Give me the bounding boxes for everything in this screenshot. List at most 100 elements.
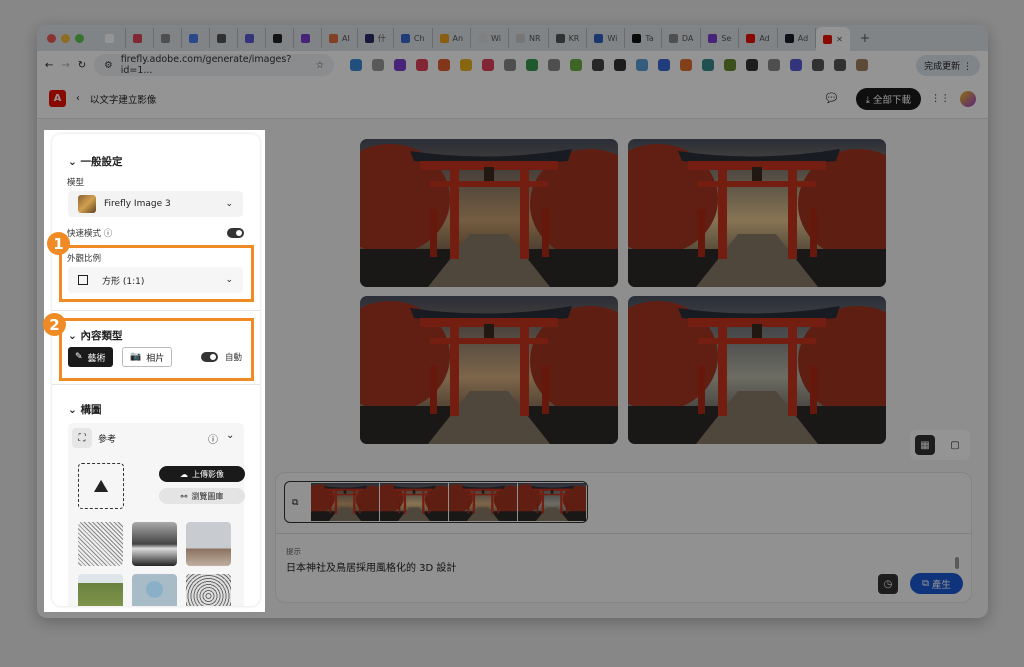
scrollbar[interactable] bbox=[955, 557, 959, 569]
extension-icon[interactable] bbox=[834, 59, 847, 71]
edit-icon[interactable]: ⧉ bbox=[292, 498, 298, 508]
history-thumbnail[interactable] bbox=[380, 483, 448, 521]
extension-icon[interactable] bbox=[592, 59, 605, 71]
chevron-down-icon[interactable]: ⌄ bbox=[226, 430, 234, 441]
history-thumbnail[interactable] bbox=[518, 483, 586, 521]
avatar[interactable] bbox=[960, 90, 976, 107]
new-tab-button[interactable]: + bbox=[860, 31, 870, 45]
reload-icon[interactable]: ↻ bbox=[78, 60, 86, 71]
extension-icon[interactable] bbox=[504, 59, 517, 71]
browser-tab[interactable]: Ad bbox=[739, 28, 778, 48]
close-tab-icon[interactable]: ✕ bbox=[836, 35, 843, 44]
browser-tab[interactable]: 什 bbox=[358, 28, 394, 48]
feedback-icon[interactable]: 💬 bbox=[826, 93, 838, 104]
site-settings-icon[interactable]: ⚙ bbox=[104, 60, 113, 71]
reference-thumb[interactable] bbox=[132, 522, 177, 566]
browser-tab[interactable]: Se bbox=[701, 28, 740, 48]
back-chevron-icon[interactable]: ‹ bbox=[76, 93, 80, 104]
extension-icon[interactable] bbox=[746, 59, 759, 71]
extension-icon[interactable] bbox=[372, 59, 385, 71]
browser-tab[interactable] bbox=[182, 28, 210, 48]
browser-tab[interactable]: AI bbox=[322, 28, 358, 48]
maximize-window-button[interactable] bbox=[75, 33, 84, 43]
extension-icon[interactable] bbox=[614, 59, 627, 71]
reference-panel: ⛶ 參考 ⓘ ⌄ ⛰ ☁ 上傳影像 ⚯ 瀏覽圖庫 bbox=[68, 423, 245, 606]
extension-icon[interactable] bbox=[812, 59, 825, 71]
page-title[interactable]: 以文字建立影像 bbox=[90, 92, 157, 106]
prompt-input[interactable]: 日本神社及鳥居採用風格化的 3D 設計 bbox=[286, 559, 456, 574]
browser-tab[interactable] bbox=[210, 28, 238, 48]
upload-dropzone[interactable]: ⛰ bbox=[78, 463, 124, 509]
generated-image[interactable] bbox=[360, 296, 618, 444]
generated-image[interactable] bbox=[628, 139, 886, 287]
extension-icon[interactable] bbox=[768, 59, 781, 71]
minimize-window-button[interactable] bbox=[61, 33, 70, 43]
generated-image[interactable] bbox=[628, 296, 886, 444]
apps-grid-icon[interactable]: ⋮⋮ bbox=[931, 93, 950, 104]
callout-badge-1: 1 bbox=[47, 232, 70, 255]
extension-icon[interactable] bbox=[460, 59, 473, 71]
back-icon[interactable]: ← bbox=[45, 60, 53, 71]
fast-mode-toggle[interactable] bbox=[227, 228, 244, 238]
extension-icon[interactable] bbox=[416, 59, 429, 71]
generated-image[interactable] bbox=[360, 139, 618, 287]
bookmark-star-icon[interactable]: ☆ bbox=[316, 60, 325, 71]
generate-button[interactable]: ⧉ 產生 bbox=[910, 573, 963, 594]
browser-tab[interactable]: Ad bbox=[778, 28, 817, 48]
adobe-logo[interactable]: A bbox=[49, 90, 66, 107]
extension-icon[interactable] bbox=[482, 59, 495, 71]
update-button[interactable]: 完成更新 ⋮ bbox=[916, 54, 980, 76]
browse-gallery-button[interactable]: ⚯ 瀏覽圖庫 bbox=[159, 488, 245, 504]
history-strip[interactable]: ⧉ bbox=[284, 481, 588, 523]
extension-icon[interactable] bbox=[790, 59, 803, 71]
browser-tab[interactable]: Wi bbox=[587, 28, 626, 48]
tab-active[interactable]: ✕ bbox=[816, 27, 850, 51]
close-window-button[interactable] bbox=[47, 33, 56, 43]
upload-image-button[interactable]: ☁ 上傳影像 bbox=[159, 466, 245, 482]
extension-icon[interactable] bbox=[438, 59, 451, 71]
browser-tab[interactable]: Ta bbox=[625, 28, 662, 48]
extension-icon[interactable] bbox=[526, 59, 539, 71]
history-icon[interactable]: ◷ bbox=[878, 574, 898, 594]
single-view-icon[interactable]: ▢ bbox=[945, 435, 965, 455]
browser-tab[interactable] bbox=[238, 28, 266, 48]
info-icon[interactable]: ⓘ bbox=[104, 229, 113, 239]
extension-icon[interactable] bbox=[658, 59, 671, 71]
reference-thumb[interactable] bbox=[186, 574, 231, 606]
reference-thumb[interactable] bbox=[132, 574, 177, 606]
extension-icon[interactable] bbox=[680, 59, 693, 71]
grid-view-icon[interactable]: ▦ bbox=[915, 435, 935, 455]
forward-icon[interactable]: → bbox=[61, 60, 69, 71]
extension-icon[interactable] bbox=[350, 59, 363, 71]
model-select[interactable]: Firefly Image 3 ⌄ bbox=[68, 191, 243, 217]
browser-tab[interactable]: Ch bbox=[394, 28, 433, 48]
extension-icon[interactable] bbox=[548, 59, 561, 71]
browser-tab[interactable]: An bbox=[433, 28, 472, 48]
browser-tab[interactable]: KR bbox=[549, 28, 588, 48]
history-thumbnail[interactable] bbox=[311, 483, 379, 521]
browser-tab[interactable] bbox=[154, 28, 182, 48]
browser-tab[interactable] bbox=[98, 28, 126, 48]
download-all-button[interactable]: ⤓ 全部下載 bbox=[855, 87, 921, 110]
extension-icon[interactable] bbox=[394, 59, 407, 71]
browser-tab[interactable]: DA bbox=[662, 28, 702, 48]
extension-icon[interactable] bbox=[856, 59, 869, 71]
section-general[interactable]: ⌄ 一般設定 bbox=[68, 154, 122, 169]
extension-icon[interactable] bbox=[570, 59, 583, 71]
url-field[interactable]: ⚙ firefly.adobe.com/generate/images?id=1.… bbox=[94, 54, 335, 76]
browser-tab[interactable] bbox=[126, 28, 154, 48]
browser-tab[interactable] bbox=[266, 28, 294, 48]
extension-icon[interactable] bbox=[702, 59, 715, 71]
prompt-panel: ⧉ 提示 日本神社及鳥居採用風格化的 3D 設計 ◷ ⧉ 產生 bbox=[275, 472, 972, 603]
history-thumbnail[interactable] bbox=[449, 483, 517, 521]
extension-icon[interactable] bbox=[636, 59, 649, 71]
browser-tab[interactable] bbox=[294, 28, 322, 48]
browser-tab[interactable]: NR bbox=[509, 28, 549, 48]
reference-thumb[interactable] bbox=[186, 522, 231, 566]
section-composition[interactable]: ⌄ 構圖 bbox=[68, 402, 101, 417]
extension-icon[interactable] bbox=[724, 59, 737, 71]
info-icon[interactable]: ⓘ bbox=[208, 431, 218, 446]
reference-thumb[interactable] bbox=[78, 574, 123, 606]
browser-tab[interactable]: Wi bbox=[471, 28, 510, 48]
reference-thumb[interactable] bbox=[78, 522, 123, 566]
